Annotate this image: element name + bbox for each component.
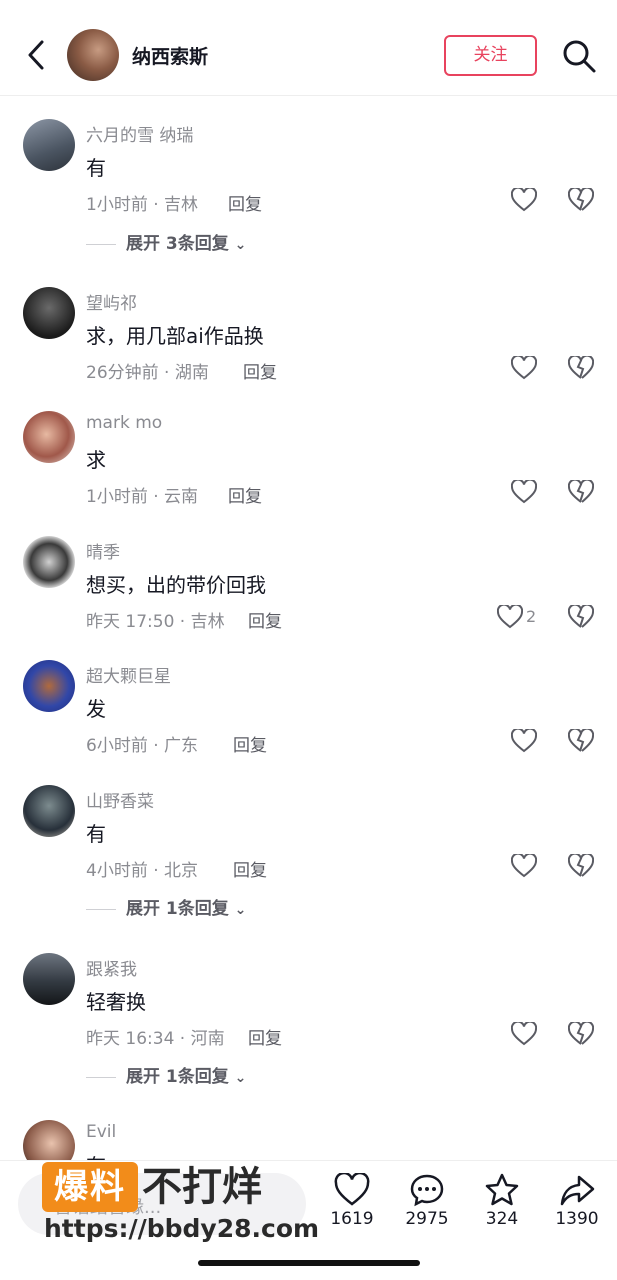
share-icon: [560, 1175, 595, 1206]
expand-replies[interactable]: 展开 1条回复 ⌄: [86, 894, 246, 919]
search-icon[interactable]: [561, 38, 597, 74]
broken-heart-icon[interactable]: [568, 729, 594, 753]
author-name[interactable]: 纳西索斯: [132, 42, 208, 69]
top-bar: 纳西索斯 关注: [0, 0, 617, 96]
avatar[interactable]: [23, 119, 75, 171]
broken-heart-icon[interactable]: [568, 356, 594, 380]
share-count: 1390: [555, 1209, 599, 1229]
comment-meta: 1小时前 · 吉林: [86, 195, 199, 215]
heart-icon[interactable]: [511, 480, 537, 504]
heart-icon[interactable]: [511, 188, 537, 212]
comment-text: 轻奢换: [86, 990, 146, 1014]
comment-text: 发: [86, 697, 106, 721]
comment-meta: 1小时前 · 云南: [86, 487, 199, 507]
comment-username[interactable]: 晴季: [86, 538, 120, 563]
heart-icon[interactable]: [511, 854, 537, 878]
broken-heart-icon[interactable]: [568, 188, 594, 212]
heart-icon[interactable]: [497, 605, 523, 629]
back-arrow-icon[interactable]: [22, 36, 52, 74]
comment-username[interactable]: 超大颗巨星: [86, 662, 171, 687]
comment-meta: 昨天 17:50 · 吉林: [86, 612, 225, 632]
comment-meta: 6小时前 · 广东: [86, 736, 199, 756]
like-stat[interactable]: 1619: [322, 1173, 382, 1229]
comment-username[interactable]: 望屿祁: [86, 289, 137, 314]
heart-icon[interactable]: [511, 729, 537, 753]
divider: [86, 908, 116, 910]
comment-meta: 昨天 16:34 · 河南: [86, 1029, 225, 1049]
share-stat[interactable]: 1390: [547, 1173, 607, 1229]
reply-button[interactable]: 回复: [233, 731, 267, 756]
reply-button[interactable]: 回复: [243, 358, 277, 383]
avatar[interactable]: [23, 536, 75, 588]
avatar[interactable]: [23, 953, 75, 1005]
avatar[interactable]: [23, 785, 75, 837]
broken-heart-icon[interactable]: [568, 1022, 594, 1046]
heart-icon[interactable]: [511, 356, 537, 380]
comment-username[interactable]: 山野香菜: [86, 787, 154, 812]
heart-icon: [334, 1173, 370, 1206]
watermark-slogan: 不打烊: [142, 1164, 262, 1210]
watermark-url: https://bbdy28.com: [44, 1214, 320, 1243]
comment-username[interactable]: Evil: [86, 1122, 116, 1142]
comment-count: 2975: [405, 1209, 449, 1229]
comment-text: 想买，出的带价回我: [86, 573, 266, 597]
chevron-down-icon: ⌄: [234, 237, 247, 253]
home-indicator[interactable]: [198, 1260, 420, 1266]
comment-stat[interactable]: 2975: [397, 1173, 457, 1229]
divider: [86, 243, 116, 245]
broken-heart-icon[interactable]: [568, 605, 594, 629]
chevron-down-icon: ⌄: [234, 1070, 247, 1086]
comment-username[interactable]: 跟紧我: [86, 955, 137, 980]
comment-username[interactable]: mark mo: [86, 413, 162, 433]
comment-text: 求: [86, 448, 106, 472]
expand-replies[interactable]: 展开 3条回复 ⌄: [86, 229, 246, 254]
comment-meta: 4小时前 · 北京: [86, 861, 199, 881]
comment-meta: 26分钟前 · 湖南: [86, 363, 209, 383]
comment-text: 有: [86, 822, 106, 846]
comment-icon: [410, 1174, 444, 1207]
comment-text: 有: [86, 156, 106, 180]
reply-button[interactable]: 回复: [233, 856, 267, 881]
author-avatar[interactable]: [67, 29, 119, 81]
watermark-badge: 爆料: [42, 1162, 138, 1212]
comment-text: 求，用几部ai作品换: [86, 324, 264, 348]
heart-icon[interactable]: [511, 1022, 537, 1046]
favorite-stat[interactable]: 324: [472, 1173, 532, 1229]
broken-heart-icon[interactable]: [568, 854, 594, 878]
broken-heart-icon[interactable]: [568, 480, 594, 504]
avatar[interactable]: [23, 411, 75, 463]
star-icon: [485, 1173, 519, 1206]
like-count: 2: [526, 607, 537, 626]
reply-button[interactable]: 回复: [228, 482, 262, 507]
divider: [86, 1076, 116, 1078]
like-count: 1619: [330, 1209, 374, 1229]
watermark: 爆料 不打烊 https://bbdy28.com: [42, 1162, 319, 1252]
avatar[interactable]: [23, 287, 75, 339]
avatar[interactable]: [23, 660, 75, 712]
expand-replies[interactable]: 展开 1条回复 ⌄: [86, 1062, 246, 1087]
chevron-down-icon: ⌄: [234, 902, 247, 918]
follow-button[interactable]: 关注: [444, 35, 537, 76]
reply-button[interactable]: 回复: [248, 607, 282, 632]
reply-button[interactable]: 回复: [228, 190, 262, 215]
reply-button[interactable]: 回复: [248, 1024, 282, 1049]
comment-username[interactable]: 六月的雪 纳瑞: [86, 121, 193, 146]
favorite-count: 324: [485, 1209, 519, 1229]
